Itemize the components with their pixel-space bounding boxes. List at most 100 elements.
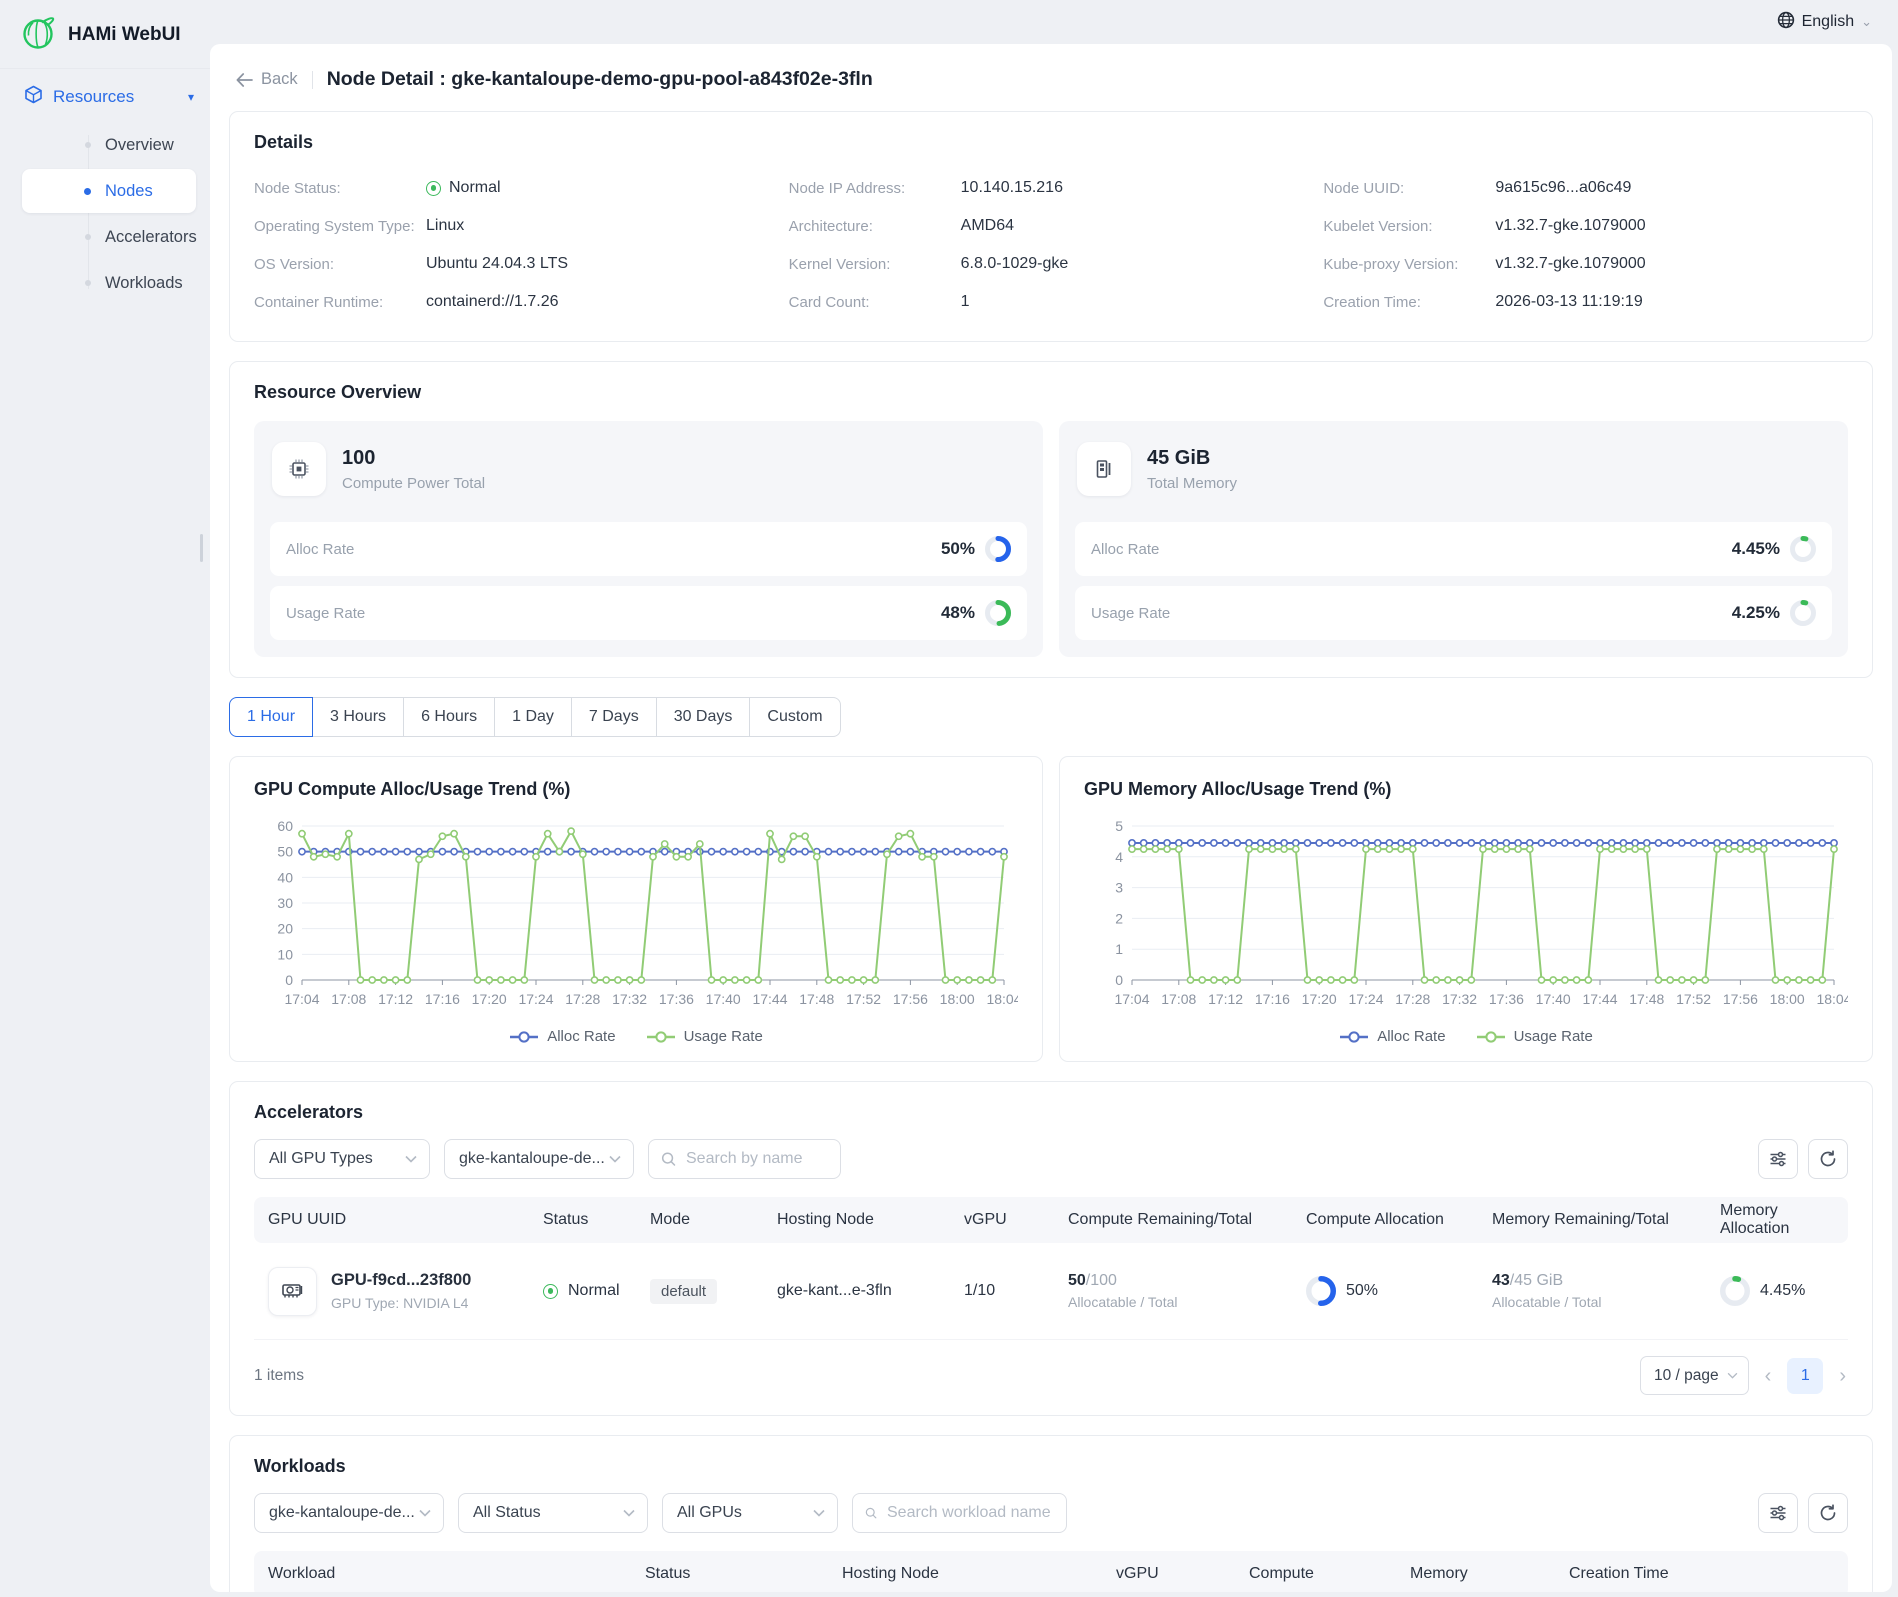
total-memory-card: 45 GiB Total Memory Alloc Rate 4.45% Usa… (1059, 421, 1848, 657)
workloads-title: Workloads (254, 1456, 1848, 1477)
bullet-icon (84, 188, 91, 195)
accelerators-panel: Accelerators All GPU Types gke-kantaloup… (229, 1081, 1873, 1416)
page-size-select[interactable]: 10 / page (1640, 1356, 1749, 1395)
field-kube-proxy-version: Kube-proxy Version: v1.32.7-gke.1079000 (1323, 245, 1848, 283)
sliders-icon (1769, 1504, 1787, 1522)
sidebar-item-label: Overview (105, 136, 174, 155)
workload-search-input[interactable] (885, 1503, 1054, 1523)
page-header: Back Node Detail : gke-kantaloupe-demo-g… (210, 44, 1892, 111)
sidebar-item-resources[interactable]: Resources ▾ (0, 69, 210, 119)
line-marker-icon (646, 1031, 676, 1043)
tab-3-hours[interactable]: 3 Hours (312, 697, 404, 737)
prev-page-icon[interactable]: ‹ (1763, 1366, 1774, 1386)
caret-down-icon: ▾ (188, 90, 194, 104)
svg-text:17:24: 17:24 (518, 991, 553, 1007)
tab-custom[interactable]: Custom (749, 697, 840, 737)
field-container-runtime: Container Runtime: containerd://1.7.26 (254, 283, 779, 321)
resource-overview-panel: Resource Overview 100 Com (229, 361, 1873, 678)
sidebar-item-nodes[interactable]: Nodes (22, 169, 196, 213)
svg-text:17:32: 17:32 (1442, 991, 1477, 1007)
svg-text:30: 30 (277, 895, 293, 911)
compute-usage-rate-row: Usage Rate 48% (270, 586, 1027, 640)
svg-text:17:56: 17:56 (893, 991, 928, 1007)
gpu-type-select[interactable]: All GPU Types (254, 1139, 430, 1179)
accelerator-search[interactable] (648, 1139, 841, 1179)
workload-search[interactable] (852, 1493, 1067, 1533)
hami-logo-icon (20, 13, 58, 56)
svg-text:18:00: 18:00 (1770, 991, 1805, 1007)
sidebar-item-accelerators[interactable]: Accelerators (22, 215, 196, 259)
compute-power-card: 100 Compute Power Total Alloc Rate 50% U… (254, 421, 1043, 657)
legend-alloc-rate[interactable]: Alloc Rate (1339, 1028, 1445, 1045)
svg-text:17:48: 17:48 (1629, 991, 1664, 1007)
gpu-uuid[interactable]: GPU-f9cd...23f800 (331, 1271, 471, 1290)
main-content: Back Node Detail : gke-kantaloupe-demo-g… (210, 44, 1892, 1592)
svg-text:17:28: 17:28 (565, 991, 600, 1007)
next-page-icon[interactable]: › (1837, 1366, 1848, 1386)
bullet-icon (85, 142, 91, 148)
page-number[interactable]: 1 (1787, 1358, 1823, 1394)
globe-icon (1777, 11, 1795, 34)
legend-usage-rate[interactable]: Usage Rate (1476, 1028, 1593, 1045)
column-settings-button[interactable] (1758, 1139, 1798, 1179)
workload-status-select[interactable]: All Status (458, 1493, 648, 1533)
back-button[interactable]: Back (236, 70, 298, 89)
resources-cube-icon (24, 85, 43, 109)
svg-text:17:52: 17:52 (846, 991, 881, 1007)
topbar: English ⌄ (210, 0, 1898, 44)
page-title: Node Detail : gke-kantaloupe-demo-gpu-po… (327, 68, 873, 91)
tab-1-day[interactable]: 1 Day (494, 697, 572, 737)
svg-text:17:04: 17:04 (284, 991, 319, 1007)
svg-text:17:12: 17:12 (1208, 991, 1243, 1007)
accelerator-search-input[interactable] (684, 1149, 828, 1169)
search-icon (661, 1151, 676, 1167)
chart-legend: Alloc Rate Usage Rate (1084, 1028, 1848, 1045)
compute-remaining-total: 50/100 Allocatable / Total (1054, 1272, 1292, 1310)
svg-text:60: 60 (277, 818, 293, 834)
column-settings-button[interactable] (1758, 1493, 1798, 1533)
refresh-button[interactable] (1808, 1139, 1848, 1179)
language-selector[interactable]: English (1802, 13, 1854, 31)
field-node-status: Node Status: Normal (254, 169, 779, 207)
svg-text:17:40: 17:40 (1536, 991, 1571, 1007)
tab-7-days[interactable]: 7 Days (571, 697, 657, 737)
back-arrow-icon (236, 73, 253, 87)
chevron-down-icon (609, 1155, 621, 1163)
svg-text:17:20: 17:20 (1302, 991, 1337, 1007)
tab-30-days[interactable]: 30 Days (656, 697, 751, 737)
accelerators-footer: 1 items 10 / page ‹ 1 › (254, 1356, 1848, 1395)
sidebar-collapse-handle[interactable] (200, 534, 203, 562)
line-marker-icon (509, 1031, 539, 1043)
refresh-button[interactable] (1808, 1493, 1848, 1533)
bullet-icon (85, 234, 91, 240)
gpu-compute-trend-chart: 010203040506017:0417:0817:1217:1617:2017… (254, 814, 1018, 1026)
sliders-icon (1769, 1150, 1787, 1168)
sidebar-item-workloads[interactable]: Workloads (22, 261, 196, 305)
compute-total: 100 (342, 447, 485, 470)
page: HAMi WebUI Resources ▾ Overview Nodes (0, 0, 1898, 1597)
svg-text:0: 0 (285, 972, 293, 988)
field-os-version: OS Version: Ubuntu 24.04.3 LTS (254, 245, 779, 283)
sidebar-item-overview[interactable]: Overview (22, 123, 196, 167)
workload-node-select[interactable]: gke-kantaloupe-de... (254, 1493, 444, 1533)
chevron-down-icon (419, 1509, 431, 1517)
accelerator-table-row[interactable]: GPU-f9cd...23f800 GPU Type: NVIDIA L4 No… (254, 1243, 1848, 1340)
svg-text:17:24: 17:24 (1348, 991, 1383, 1007)
legend-alloc-rate[interactable]: Alloc Rate (509, 1028, 615, 1045)
svg-text:20: 20 (277, 921, 293, 937)
svg-text:1: 1 (1115, 941, 1123, 957)
tab-6-hours[interactable]: 6 Hours (403, 697, 495, 737)
tab-1-hour[interactable]: 1 Hour (229, 697, 313, 737)
workload-gpus-select[interactable]: All GPUs (662, 1493, 838, 1533)
svg-text:17:16: 17:16 (425, 991, 460, 1007)
brand-name: HAMi WebUI (68, 24, 181, 46)
svg-text:17:20: 17:20 (472, 991, 507, 1007)
field-node-uuid: Node UUID: 9a615c96...a06c49 (1323, 169, 1848, 207)
sidebar-item-label: Nodes (105, 182, 153, 201)
legend-usage-rate[interactable]: Usage Rate (646, 1028, 763, 1045)
svg-text:10: 10 (277, 946, 293, 962)
sidebar-subnav: Overview Nodes Accelerators Workloads (0, 123, 210, 305)
node-select[interactable]: gke-kantaloupe-de... (444, 1139, 634, 1179)
gpu-memory-trend-chart: 01234517:0417:0817:1217:1617:2017:2417:2… (1084, 814, 1848, 1026)
alloc-rate-donut (985, 536, 1011, 562)
